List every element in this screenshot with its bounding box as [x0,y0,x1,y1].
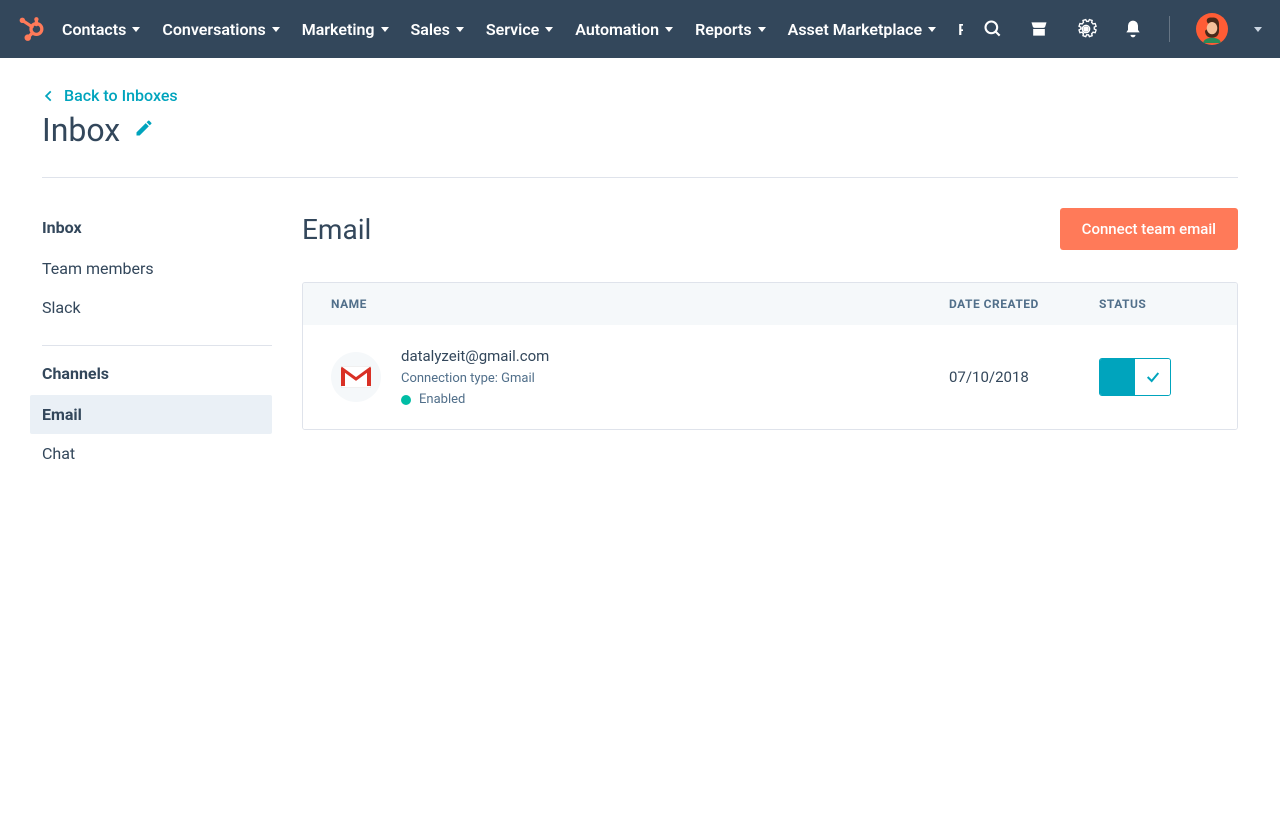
back-link-label: Back to Inboxes [64,86,178,105]
nav-reports[interactable]: Reports [695,20,766,39]
nav-items: Contacts Conversations Marketing Sales S… [62,20,963,39]
chevron-down-icon [758,27,766,32]
chevron-down-icon [456,27,464,32]
nav-contacts[interactable]: Contacts [62,20,140,39]
nav-automation[interactable]: Automation [575,20,673,39]
table-header-row: NAME DATE CREATED STATUS [303,283,1237,325]
search-icon[interactable] [983,19,1003,39]
email-address: datalyzeit@gmail.com [401,347,549,365]
nav-label: Conversations [162,20,265,39]
connection-type-label: Connection type: [401,371,498,386]
nav-label: Sales [411,20,450,39]
column-header-status: STATUS [1099,297,1209,311]
enabled-label: Enabled [419,392,465,407]
chevron-left-icon [42,89,56,103]
nav-divider [1169,16,1170,42]
sidebar-item-chat[interactable]: Chat [30,434,272,473]
cell-date: 07/10/2018 [949,368,1099,386]
sidebar-divider [42,345,272,346]
gear-icon[interactable] [1075,18,1097,40]
status-dot-icon [401,395,411,405]
nav-label: Automation [575,20,659,39]
main-panel: Email Connect team email NAME DATE CREAT… [302,208,1238,473]
column-header-name: NAME [331,297,949,311]
connect-team-email-button[interactable]: Connect team email [1060,208,1238,250]
back-link[interactable]: Back to Inboxes [42,86,1238,105]
connection-type: Connection type: Gmail [401,371,549,386]
column-header-date: DATE CREATED [949,297,1099,311]
nav-conversations[interactable]: Conversations [162,20,279,39]
sidebar: Inbox Team members Slack Channels Email … [42,208,302,473]
header-divider [42,177,1238,178]
nav-asset-marketplace[interactable]: Asset Marketplace [788,20,936,39]
table-row[interactable]: datalyzeit@gmail.com Connection type: Gm… [303,325,1237,429]
toggle-on-side [1100,359,1135,395]
cell-name: datalyzeit@gmail.com Connection type: Gm… [331,347,949,407]
sidebar-item-team-members[interactable]: Team members [30,249,272,288]
cell-status [1099,358,1209,396]
gmail-icon [331,352,381,402]
nav-partner[interactable]: Partn [958,20,963,39]
status-toggle[interactable] [1099,358,1171,396]
toggle-off-side [1135,359,1170,395]
chevron-down-icon[interactable] [1254,27,1262,32]
sidebar-item-email[interactable]: Email [30,395,272,434]
chevron-down-icon [665,27,673,32]
pencil-icon[interactable] [134,118,154,142]
chevron-down-icon [132,27,140,32]
sidebar-heading-channels: Channels [42,364,302,383]
chevron-down-icon [928,27,936,32]
chevron-down-icon [545,27,553,32]
content-area: Inbox Team members Slack Channels Email … [0,208,1280,473]
page-header: Back to Inboxes Inbox [0,58,1280,178]
hubspot-logo-icon[interactable] [18,16,44,42]
nav-sales[interactable]: Sales [411,20,464,39]
main-title: Email [302,213,371,246]
connection-type-value: Gmail [501,371,535,386]
chevron-down-icon [381,27,389,32]
nav-label: Marketing [302,20,375,39]
enabled-status: Enabled [401,392,549,407]
page-title: Inbox [42,111,120,149]
marketplace-icon[interactable] [1029,19,1049,39]
sidebar-heading-inbox: Inbox [42,218,302,237]
nav-service[interactable]: Service [486,20,553,39]
nav-label: Contacts [62,20,126,39]
avatar[interactable] [1196,13,1228,45]
bell-icon[interactable] [1123,19,1143,39]
top-nav: Contacts Conversations Marketing Sales S… [0,0,1280,58]
nav-right-icons [983,13,1262,45]
email-channels-table: NAME DATE CREATED STATUS datalyzeit@gmai… [302,282,1238,430]
nav-marketing[interactable]: Marketing [302,20,389,39]
nav-label: Asset Marketplace [788,20,922,39]
nav-label: Service [486,20,539,39]
nav-label: Partn [958,20,963,39]
check-icon [1145,369,1161,385]
nav-label: Reports [695,20,752,39]
chevron-down-icon [272,27,280,32]
sidebar-item-slack[interactable]: Slack [30,288,272,327]
